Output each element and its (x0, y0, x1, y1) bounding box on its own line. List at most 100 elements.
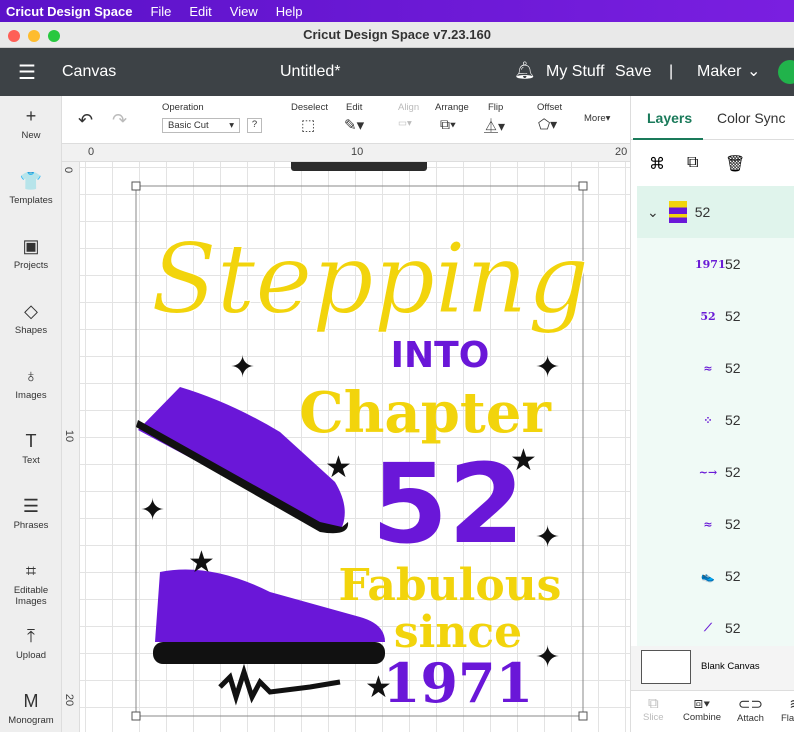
trash-icon[interactable]: 🗑︎ (725, 154, 745, 174)
layer-thumbnail: ~→ (698, 465, 718, 479)
machine-select[interactable]: Maker (697, 63, 741, 81)
art-text-into: INTO (391, 335, 490, 376)
tool-icon: ▣ (22, 236, 40, 256)
group-icon[interactable]: ⌘ (649, 154, 665, 174)
my-stuff-link[interactable]: My Stuff (546, 63, 604, 81)
tool-templates[interactable]: 👕 Templates (0, 171, 62, 206)
flip-button[interactable]: Flip (488, 102, 503, 113)
duplicate-icon[interactable]: ⧉ (687, 154, 698, 172)
tool-label: New (21, 130, 41, 141)
section-title: Canvas (62, 63, 117, 80)
close-button[interactable] (8, 30, 20, 42)
menu-help[interactable]: Help (267, 4, 312, 19)
svg-text:✦: ✦ (535, 520, 560, 555)
tool-shapes[interactable]: ◇ Shapes (0, 301, 62, 336)
align-button[interactable]: Align (398, 102, 419, 113)
menu-edit[interactable]: Edit (180, 4, 220, 19)
layer-group[interactable]: ⌄ 52 (637, 186, 794, 238)
app-menu[interactable]: Cricut Design Space (0, 4, 141, 19)
hamburger-menu-icon[interactable]: ☰ (18, 60, 36, 85)
ruler-tick: 10 (351, 146, 364, 158)
arrange-icon[interactable]: ⧉▾ (440, 116, 456, 133)
tool-label: Text (22, 455, 40, 466)
more-button[interactable]: More▾ (584, 113, 610, 124)
layer-name: 52 (725, 256, 741, 272)
design-canvas[interactable]: Stepping INTO Chapter 52 Fabulous since … (80, 162, 630, 732)
tool-editable-images[interactable]: ⌗ Editable Images (0, 561, 62, 607)
svg-text:✦: ✦ (535, 350, 560, 385)
tool-phrases[interactable]: ☰ Phrases (0, 496, 62, 531)
blank-canvas-row[interactable]: Blank Canvas (631, 646, 794, 690)
layer-name: 52 (725, 412, 741, 428)
layer-thumbnail: ≈ (703, 361, 713, 375)
tool-upload[interactable]: ⤒ Upload (0, 626, 62, 661)
flatten-button[interactable]: ≋Flatten (781, 695, 794, 724)
resize-handle (131, 181, 141, 191)
tool-text[interactable]: T Text (0, 431, 62, 466)
edit-toolbar: ↶ ↷ Operation Basic Cut ▾ ? Deselect ⬚ Ed… (62, 96, 630, 144)
layer-item[interactable]: ≈52 (637, 498, 794, 550)
undo-icon[interactable]: ↶ (78, 110, 93, 131)
layer-item[interactable]: 👟 52 (637, 550, 794, 602)
blank-canvas-swatch[interactable] (641, 650, 691, 684)
layer-item[interactable]: 52 52 (637, 290, 794, 342)
layer-item[interactable]: ≈52 (637, 342, 794, 394)
combine-button[interactable]: ⧈▾ Combine (683, 695, 721, 723)
deselect-button[interactable]: Deselect (291, 102, 328, 113)
layer-thumbnail: ⁘ (703, 413, 713, 427)
chevron-down-icon[interactable]: ⌄ (647, 204, 659, 221)
offset-button[interactable]: Offset (537, 102, 562, 113)
flatten-icon: ≋ (781, 695, 794, 713)
minimize-button[interactable] (28, 30, 40, 42)
deselect-icon[interactable]: ⬚ (301, 116, 315, 134)
layer-name: 52 (725, 308, 741, 324)
menu-file[interactable]: File (141, 4, 180, 19)
chevron-down-icon[interactable]: ⌄ (747, 61, 760, 81)
art-text-chapter: Chapter (299, 380, 552, 446)
redo-icon[interactable]: ↷ (112, 110, 127, 131)
attach-label: Attach (737, 713, 764, 724)
tool-icon: + (25, 106, 37, 126)
layer-thumbnail: ≈ (703, 517, 713, 531)
slice-button[interactable]: ⧉ Slice (643, 695, 664, 723)
art-text-52: 52 (371, 440, 524, 568)
layer-item[interactable]: 1971 52 (637, 238, 794, 290)
tool-icon: ⌗ (25, 561, 37, 581)
save-button[interactable]: Save (615, 63, 651, 81)
flip-icon[interactable]: ⏅▾ (484, 116, 505, 136)
svg-text:★: ★ (510, 443, 537, 478)
tab-layers[interactable]: Layers (647, 110, 692, 126)
combine-label: Combine (683, 712, 722, 723)
svg-text:✦: ✦ (140, 493, 165, 528)
pencil-icon[interactable]: ✎▾ (344, 116, 364, 134)
art-text-fabulous: Fabulous (339, 560, 562, 611)
layer-item[interactable]: ⁘ 52 (637, 394, 794, 446)
tool-monogram[interactable]: M Monogram (0, 691, 62, 726)
more-label: More (584, 113, 606, 124)
edit-button[interactable]: Edit (346, 102, 362, 113)
layers-panel: Layers Color Sync ⌘ ⧉ 🗑︎ ⌄ 52 1971 52 52 52… (630, 96, 794, 732)
ruler-tick: 20 (615, 146, 628, 158)
tool-icon: M (23, 691, 39, 711)
attach-button[interactable]: ⊂⊃ Attach (737, 695, 764, 724)
zoom-button[interactable] (48, 30, 60, 42)
tab-color-sync[interactable]: Color Sync (717, 110, 785, 126)
arrange-button[interactable]: Arrange (435, 102, 469, 113)
tool-icon: T (25, 431, 37, 451)
menu-view[interactable]: View (221, 4, 267, 19)
align-icon: ▭▾ (398, 118, 412, 129)
slice-icon: ⧉ (647, 695, 659, 712)
app-header: ☰ Canvas Untitled* 🔔︎ My Stuff Save | Ma… (0, 48, 794, 96)
tool-projects[interactable]: ▣ Projects (0, 236, 62, 271)
bell-icon[interactable]: 🔔︎ (514, 61, 536, 81)
operation-select[interactable]: Basic Cut ▾ (162, 118, 240, 133)
account-avatar[interactable] (778, 60, 794, 84)
artwork[interactable]: Stepping INTO Chapter 52 Fabulous since … (80, 162, 630, 732)
layer-item[interactable]: ~→ 52 (637, 446, 794, 498)
ruler-tick: 20 (63, 693, 76, 707)
help-button[interactable]: ? (247, 118, 262, 133)
flatten-label: Flatten (781, 713, 794, 724)
tool-new[interactable]: + New (0, 106, 62, 141)
offset-icon[interactable]: ⬠▾ (538, 116, 557, 133)
tool-images[interactable]: ♁ Images (0, 366, 62, 401)
